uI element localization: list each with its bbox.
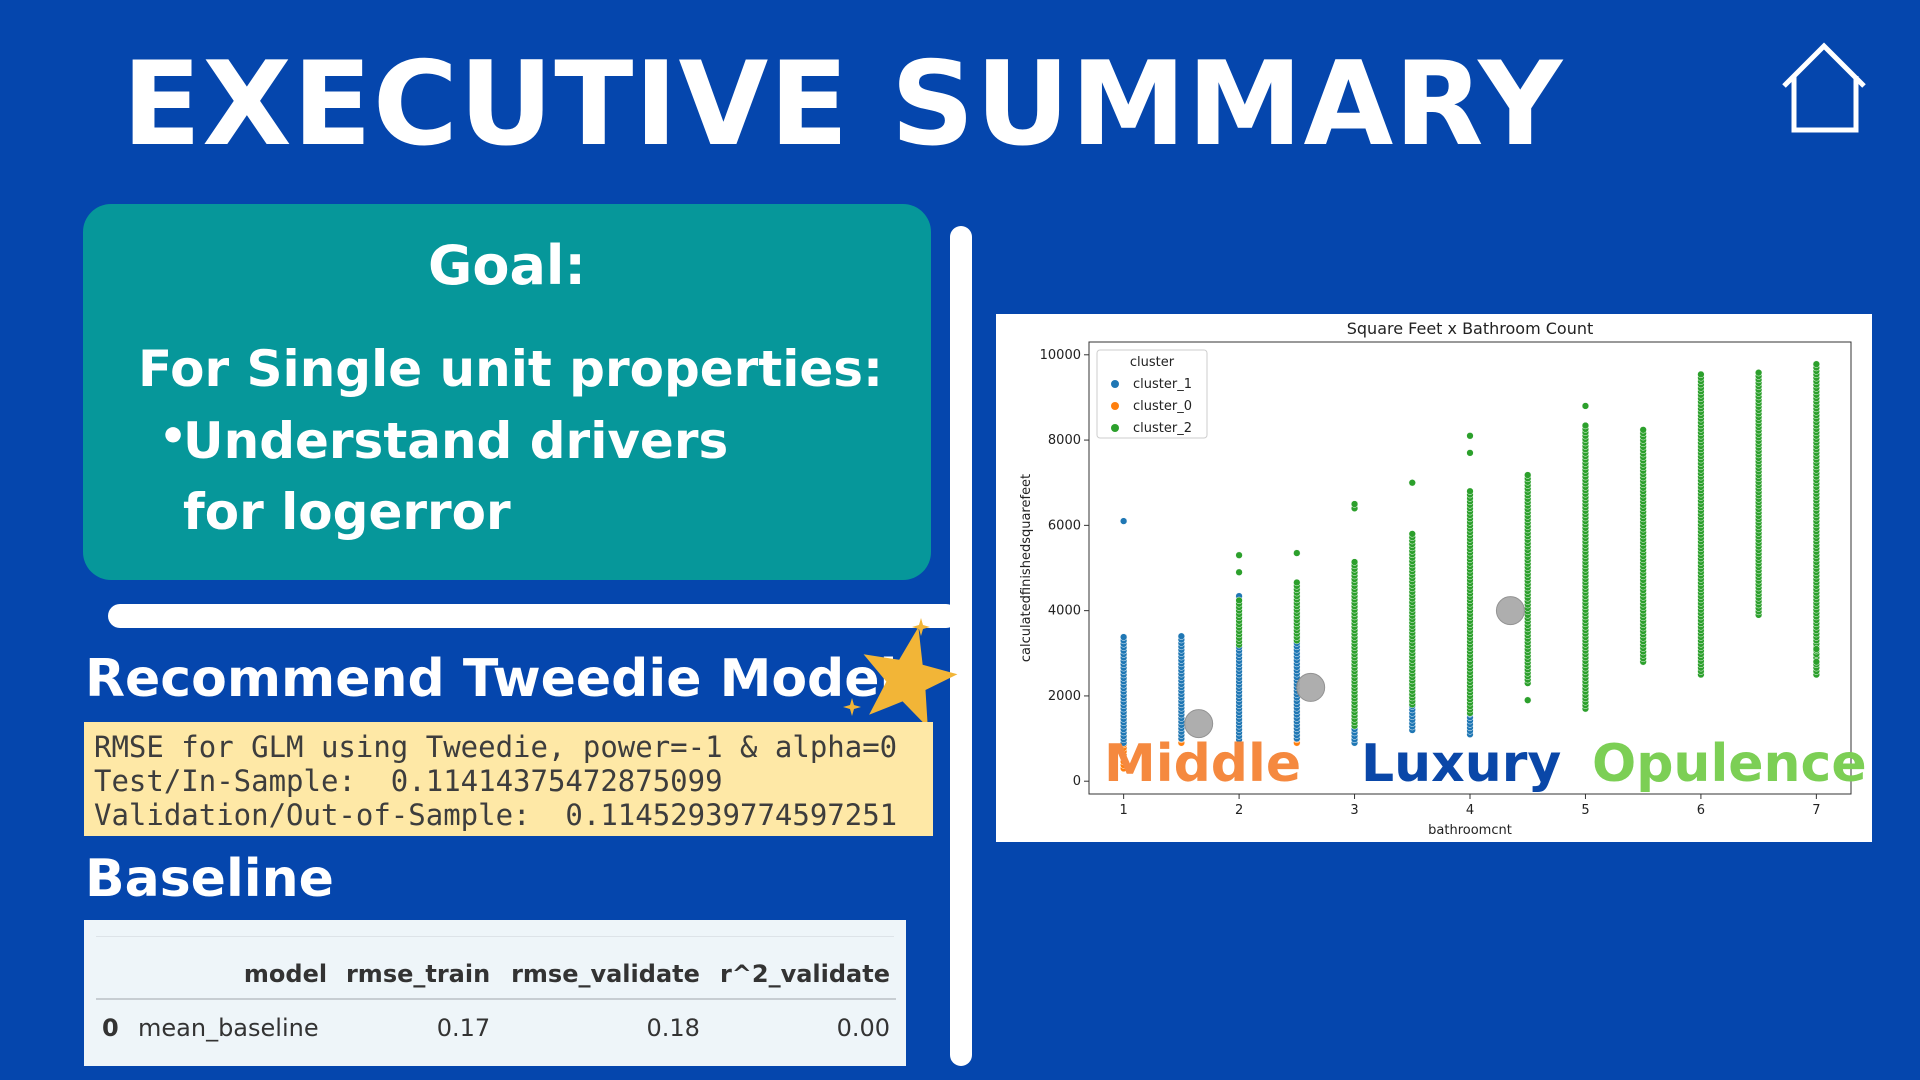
data-point-cluster_2 xyxy=(1293,549,1301,557)
star-icon xyxy=(843,618,958,728)
column-header: rmse_validate xyxy=(496,952,706,1000)
baseline-table: model rmse_train rmse_validate r^2_valid… xyxy=(84,920,906,1066)
data-point-cluster_1 xyxy=(1119,633,1128,641)
recommendation-heading: Recommend Tweedie Model xyxy=(85,649,898,709)
legend-entry: cluster_2 xyxy=(1133,421,1192,436)
scatter-chart-panel: Square Feet x Bathroom Count 0 2000 4000 600… xyxy=(996,314,1872,842)
baseline-heading: Baseline xyxy=(85,849,334,909)
data-point-cluster_2 xyxy=(1466,432,1474,440)
x-tick-label: 6 xyxy=(1697,803,1705,818)
data-point-cluster_2 xyxy=(1639,426,1647,434)
bullet-dot-icon: • xyxy=(159,411,188,462)
data-point-cluster_2 xyxy=(1812,360,1821,368)
data-point-cluster_2 xyxy=(1812,645,1821,653)
legend-marker xyxy=(1111,402,1119,410)
data-point-cluster_2 xyxy=(1697,370,1705,379)
column-header: model xyxy=(132,952,334,1000)
data-point-cluster_2 xyxy=(1235,596,1243,605)
table-cell: 0.17 xyxy=(436,1014,491,1042)
legend-marker xyxy=(1111,380,1119,388)
slide-title: EXECUTIVE SUMMARY xyxy=(122,37,1564,172)
x-tick-label: 5 xyxy=(1581,803,1589,818)
x-tick-label: 4 xyxy=(1466,803,1474,818)
data-point-cluster_2 xyxy=(1466,487,1474,495)
y-tick-label: 4000 xyxy=(1048,604,1081,619)
cluster-centroid xyxy=(1495,596,1525,626)
legend-title: cluster xyxy=(1130,355,1175,370)
data-point-cluster_2 xyxy=(1524,471,1532,479)
table-header-row: model rmse_train rmse_validate r^2_valid… xyxy=(96,952,896,1000)
y-tick-label: 2000 xyxy=(1048,689,1081,704)
data-point-cluster_2 xyxy=(1408,479,1416,487)
x-tick-label: 2 xyxy=(1235,803,1243,818)
x-tick-label: 3 xyxy=(1350,803,1358,818)
data-point-cluster_2 xyxy=(1350,558,1359,566)
rmse-line: Test/In-Sample: 0.11414375472875099 xyxy=(94,764,723,798)
house-outline-icon[interactable] xyxy=(1776,40,1872,136)
row-index: 0 xyxy=(102,1014,119,1042)
cluster-label-opulence: Opulence xyxy=(1592,734,1867,794)
y-tick-label: 10000 xyxy=(1040,348,1081,363)
horizontal-divider xyxy=(108,604,958,628)
data-point-cluster_1 xyxy=(1119,517,1128,525)
data-point-cluster_2 xyxy=(1754,369,1763,377)
table-cell: mean_baseline xyxy=(138,1014,319,1042)
rmse-line: RMSE for GLM using Tweedie, power=-1 & a… xyxy=(94,730,898,764)
rmse-line: Validation/Out-of-Sample: 0.114529397745… xyxy=(94,798,898,832)
data-point-cluster_2 xyxy=(1581,402,1590,410)
column-header xyxy=(96,952,132,1000)
chart-title: Square Feet x Bathroom Count xyxy=(1347,319,1594,338)
data-point-cluster_2 xyxy=(1235,568,1243,576)
data-point-cluster_2 xyxy=(1293,578,1301,587)
y-tick-label: 0 xyxy=(1073,774,1081,789)
data-point-cluster_2 xyxy=(1524,696,1532,704)
data-point-cluster_1 xyxy=(1177,632,1186,640)
data-point-cluster_2 xyxy=(1581,421,1590,430)
y-tick-label: 8000 xyxy=(1048,433,1081,448)
goal-subheading: For Single unit properties: xyxy=(138,340,884,398)
goal-bullet-text: Understand drivers for logerror xyxy=(183,412,729,541)
data-point-cluster_2 xyxy=(1350,500,1359,508)
x-axis-label: bathroomcnt xyxy=(1428,823,1512,838)
cluster-label-luxury: Luxury xyxy=(1361,734,1562,794)
y-tick-label: 6000 xyxy=(1048,518,1081,533)
legend-entry: cluster_1 xyxy=(1133,377,1192,392)
x-tick-label: 1 xyxy=(1119,803,1127,818)
cluster-centroid xyxy=(1296,672,1326,702)
column-header: r^2_validate xyxy=(705,952,896,1000)
baseline-dataframe: model rmse_train rmse_validate r^2_valid… xyxy=(96,952,896,1050)
table-row: 0 mean_baseline 0.17 0.18 0.00 xyxy=(96,999,896,1050)
column-header: rmse_train xyxy=(333,952,497,1000)
cluster-label-middle: Middle xyxy=(1104,734,1302,794)
table-cell: 0.00 xyxy=(836,1014,890,1042)
goal-bullet: • Understand drivers for logerror xyxy=(159,406,823,548)
legend-entry: cluster_0 xyxy=(1133,399,1192,414)
table-cell: 0.18 xyxy=(646,1014,700,1042)
legend-marker xyxy=(1111,424,1119,432)
table-top-strip xyxy=(96,920,894,937)
data-point-cluster_2 xyxy=(1466,449,1474,457)
rmse-output: RMSE for GLM using Tweedie, power=-1 & a… xyxy=(84,722,933,836)
y-axis-label: calculatedfinishedsquarefeet xyxy=(1019,474,1034,662)
goal-box: Goal: For Single unit properties: • Unde… xyxy=(83,204,931,580)
data-point-cluster_2 xyxy=(1408,530,1416,538)
goal-heading: Goal: xyxy=(428,234,586,297)
data-point-cluster_2 xyxy=(1812,658,1821,666)
data-point-cluster_2 xyxy=(1235,551,1243,559)
x-tick-label: 7 xyxy=(1812,803,1820,818)
